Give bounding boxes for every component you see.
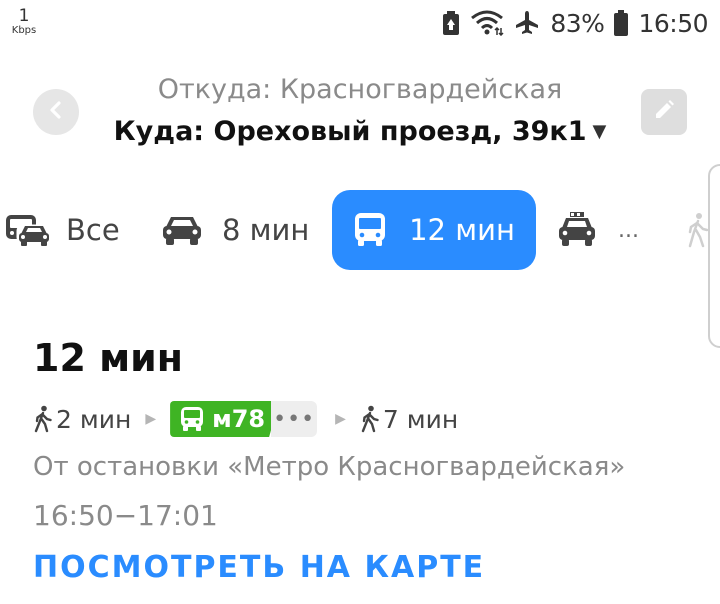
destination-field[interactable]: Куда: Ореховый проезд, 39к1 ▼ (100, 116, 620, 147)
tab-taxi[interactable]: ... (556, 190, 639, 270)
bus-icon (353, 212, 387, 248)
clock: 16:50 (638, 8, 708, 38)
tab-all[interactable]: Все (4, 190, 120, 270)
walk-time-before: 2 мин (56, 404, 132, 434)
edit-route-button[interactable] (641, 89, 687, 135)
tab-bus-label: 12 мин (409, 213, 515, 247)
battery-icon (614, 10, 629, 36)
car-icon (160, 213, 204, 247)
battery-saver-icon (442, 10, 460, 36)
tab-taxi-label: ... (618, 217, 639, 243)
tab-bus[interactable]: 12 мин (332, 190, 536, 270)
network-speed-value: 1 (18, 6, 30, 26)
walk-segment-before: 2 мин (33, 405, 131, 434)
tab-car[interactable]: 8 мин (160, 190, 309, 270)
back-button[interactable] (33, 89, 79, 135)
bus-route-badge: м78 (170, 401, 279, 437)
wifi-icon (470, 10, 504, 36)
origin-field[interactable]: Откуда: Красногвардейская (100, 74, 620, 105)
chevron-left-icon (47, 101, 65, 123)
caret-down-icon: ▼ (592, 121, 607, 142)
walk-time-after: 7 мин (382, 404, 459, 434)
network-speed: 1 Kbps (10, 8, 38, 36)
walk-segment-after: 7 мин (360, 405, 458, 434)
show-on-map-link[interactable]: ПОСМОТРЕТЬ НА КАРТЕ (33, 550, 485, 585)
tab-car-label: 8 мин (222, 213, 310, 247)
more-routes-badge: ••• (271, 401, 318, 437)
battery-percent: 83% (550, 8, 605, 38)
taxi-icon (556, 212, 598, 248)
walk-icon (33, 405, 53, 433)
route-total-time: 12 мин (33, 336, 184, 380)
arrow-right-icon: ▶ (335, 411, 346, 427)
tab-all-label: Все (66, 213, 120, 247)
bus-number: м78 (212, 405, 266, 433)
tab-walk[interactable] (686, 190, 710, 270)
walk-icon (360, 405, 380, 433)
airplane-mode-icon (514, 10, 540, 36)
status-icons: 83% 16:50 (442, 8, 708, 38)
bus-icon (180, 406, 204, 432)
route-segments: 2 мин ▶ м78 ••• ▶ 7 мин (33, 398, 458, 440)
route-time-range: 16:50−17:01 (33, 499, 218, 532)
pencil-icon (653, 99, 675, 125)
arrow-right-icon: ▶ (145, 411, 157, 427)
walk-icon (686, 212, 710, 248)
destination-label: Куда: Ореховый проезд, 39к1 (113, 116, 587, 147)
network-speed-unit: Kbps (11, 25, 37, 36)
departure-stop: От остановки «Метро Красногвардейская» (33, 452, 626, 482)
all-transport-icon (4, 212, 52, 248)
